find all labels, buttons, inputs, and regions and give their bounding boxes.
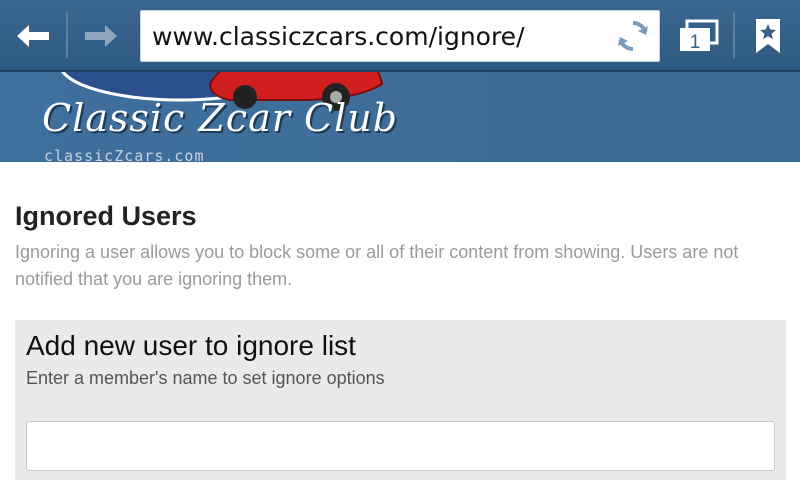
forward-button[interactable] [68,0,134,72]
tab-count: 1 [690,32,701,53]
banner-subtitle: classicZcars.com [44,147,205,162]
banner-title: Classic Zcar Club [42,96,399,140]
back-arrow-icon [17,25,49,47]
site-banner[interactable]: Classic Zcar Club classicZcars.com [0,72,800,162]
tabs-icon: 1 [680,19,719,53]
back-button[interactable] [0,0,66,72]
member-name-input[interactable] [26,421,775,471]
forward-arrow-icon [85,25,117,47]
panel-subtitle: Enter a member's name to set ignore opti… [26,368,385,388]
address-bar[interactable]: www.classiczcars.com/ignore/ [140,10,660,62]
toolbar-divider [733,12,735,58]
bookmark-star-icon [756,19,780,53]
reload-icon [618,20,648,52]
browser-toolbar: www.classiczcars.com/ignore/ 1 [0,0,800,72]
tabs-button[interactable]: 1 [668,0,730,72]
bookmark-button[interactable] [736,0,800,72]
page-title: Ignored Users [15,201,197,231]
panel-title: Add new user to ignore list [26,330,356,361]
ignored-users-section: Ignored Users Ignoring a user allows you… [15,200,787,293]
add-ignore-panel: Add new user to ignore list Enter a memb… [15,320,786,480]
url-text[interactable]: www.classiczcars.com/ignore/ [141,22,607,51]
reload-button[interactable] [607,10,659,62]
page-description: Ignoring a user allows you to block some… [15,242,739,289]
